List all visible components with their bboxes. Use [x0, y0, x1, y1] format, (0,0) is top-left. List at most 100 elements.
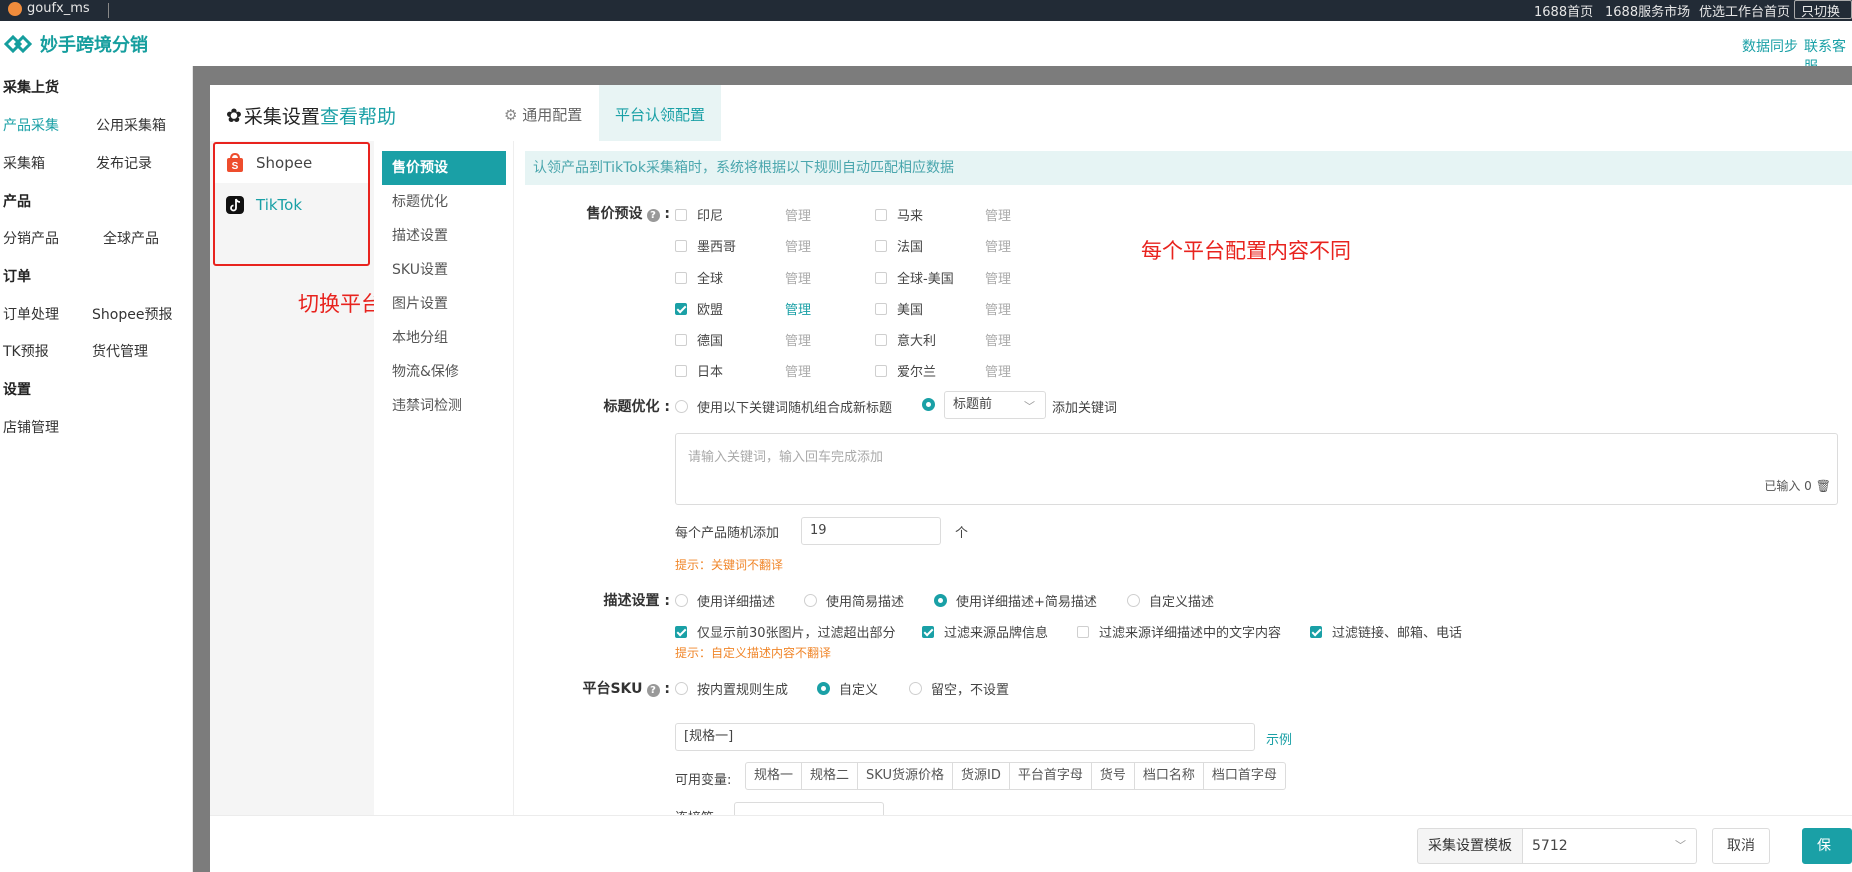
sidebar-item-store-manage[interactable]: 店铺管理: [3, 417, 59, 437]
chevron-down-icon: ﹀: [1024, 400, 1035, 413]
desc-check-30-images[interactable]: 仅显示前30张图片，过滤超出部分: [675, 622, 896, 641]
link-1688-home[interactable]: 1688首页: [1534, 1, 1593, 20]
checkbox-label: 过滤来源品牌信息: [944, 626, 1049, 641]
brand-logo-icon: [4, 34, 32, 54]
country-malaysia[interactable]: 马来: [875, 205, 923, 224]
var-stall-name[interactable]: 档口名称: [1135, 763, 1204, 789]
country-us[interactable]: 美国: [875, 299, 923, 318]
brand-logo[interactable]: 妙手跨境分销: [4, 31, 148, 57]
desc-radio-both[interactable]: 使用详细描述+简易描述: [934, 591, 1097, 610]
desc-check-brand[interactable]: 过滤来源品牌信息: [922, 622, 1048, 641]
sidebar-item-shopee-forecast[interactable]: Shopee预报: [92, 304, 172, 324]
desc-check-text[interactable]: 过滤来源详细描述中的文字内容: [1077, 622, 1281, 641]
sku-example-link[interactable]: 示例: [1266, 729, 1292, 748]
country-japan[interactable]: 日本: [675, 361, 723, 380]
sku-radio-custom[interactable]: 自定义: [817, 679, 878, 698]
country-indonesia[interactable]: 印尼: [675, 205, 723, 224]
title-random-radio[interactable]: 使用以下关键词随机组合成新标题: [675, 397, 892, 416]
sidebar-section-collect: 采集上货: [3, 80, 59, 96]
var-platform-initial[interactable]: 平台首字母: [1010, 763, 1092, 789]
sku-custom-input[interactable]: [规格一]: [675, 723, 1255, 751]
sku-radio-builtin[interactable]: 按内置规则生成: [675, 679, 788, 698]
nav-local-group[interactable]: 本地分组: [382, 321, 506, 355]
var-stall-initial[interactable]: 档口首字母: [1204, 763, 1285, 789]
var-sku-price[interactable]: SKU货源价格: [858, 763, 953, 789]
sidebar-item-collect-box[interactable]: 采集箱: [3, 153, 45, 173]
desc-radio-simple[interactable]: 使用简易描述: [804, 591, 904, 610]
nav-price-preset[interactable]: 售价预设: [382, 151, 506, 185]
tab-general-config[interactable]: ⚙ 通用配置: [488, 85, 598, 141]
nav-logistics[interactable]: 物流&保修: [382, 355, 506, 389]
var-spec-2[interactable]: 规格二: [802, 763, 859, 789]
sidebar-item-public-box[interactable]: 公用采集箱: [96, 115, 166, 135]
country-germany[interactable]: 德国: [675, 330, 723, 349]
save-button[interactable]: 保存: [1802, 828, 1852, 864]
manage-link[interactable]: 管理: [985, 361, 1011, 380]
var-source-id[interactable]: 货源ID: [953, 763, 1010, 789]
desc-radio-detail[interactable]: 使用详细描述: [675, 591, 775, 610]
link-workbench[interactable]: 优选工作台首页: [1699, 1, 1790, 20]
desc-check-links[interactable]: 过滤链接、邮箱、电话: [1310, 622, 1462, 641]
country-mexico[interactable]: 墨西哥: [675, 236, 736, 255]
manage-link[interactable]: 管理: [985, 299, 1011, 318]
desc-radio-custom[interactable]: 自定义描述: [1127, 591, 1214, 610]
country-global[interactable]: 全球: [675, 268, 723, 287]
manage-link[interactable]: 管理: [985, 236, 1011, 255]
keyword-textarea[interactable]: 请输入关键词，输入回车完成添加 已输入 0 🗑: [675, 433, 1838, 505]
manage-link[interactable]: 管理: [985, 268, 1011, 287]
sidebar-item-forwarder[interactable]: 货代管理: [92, 341, 148, 361]
country-ireland[interactable]: 爱尔兰: [875, 361, 936, 380]
help-link[interactable]: 查看帮助: [320, 102, 396, 129]
country-italy[interactable]: 意大利: [875, 330, 936, 349]
sidebar-item-distribution[interactable]: 分销产品: [3, 228, 59, 248]
country-label: 墨西哥: [697, 240, 737, 255]
manage-link[interactable]: 管理: [985, 330, 1011, 349]
sidebar-item-publish-log[interactable]: 发布记录: [96, 153, 152, 173]
checkbox-icon: [875, 208, 887, 221]
manage-link[interactable]: 管理: [785, 268, 811, 287]
radio-icon: [675, 400, 688, 413]
nav-image[interactable]: 图片设置: [382, 287, 506, 321]
keyword-hint: 提示：关键词不翻译: [675, 558, 784, 572]
manage-link[interactable]: 管理: [785, 205, 811, 224]
annotation-box: [213, 142, 370, 266]
manage-link[interactable]: 管理: [985, 205, 1011, 224]
manage-link[interactable]: 管理: [785, 299, 811, 318]
sidebar-item-order-process[interactable]: 订单处理: [3, 304, 59, 324]
country-global-us[interactable]: 全球-美国: [875, 268, 954, 287]
manage-link[interactable]: 管理: [785, 236, 811, 255]
title-position-select[interactable]: 标题前 ﹀: [944, 391, 1046, 419]
nav-sku[interactable]: SKU设置: [382, 253, 506, 287]
nav-title-optimize[interactable]: 标题优化: [382, 185, 506, 219]
checkbox-checked-icon: [675, 625, 687, 638]
country-eu[interactable]: 欧盟: [675, 299, 723, 318]
radio-icon: [675, 594, 688, 607]
sku-radio-empty[interactable]: 留空，不设置: [909, 679, 1009, 698]
link-1688-service[interactable]: 1688服务市场: [1605, 1, 1690, 20]
random-count-input[interactable]: 19: [801, 517, 941, 545]
manage-link[interactable]: 管理: [785, 361, 811, 380]
tab-general-label: 通用配置: [522, 106, 583, 124]
radio-checked-icon[interactable]: [922, 398, 935, 411]
help-icon[interactable]: ?: [646, 684, 660, 697]
template-label: 采集设置模板: [1417, 828, 1523, 864]
sidebar-item-global[interactable]: 全球产品: [103, 228, 159, 248]
country-france[interactable]: 法国: [875, 236, 923, 255]
modal-footer: 采集设置模板 5712 ﹀ 取消 保存: [210, 815, 1852, 872]
trash-icon[interactable]: 🗑: [1816, 479, 1831, 493]
data-sync-link[interactable]: 数据同步: [1742, 36, 1798, 56]
top-bar: goufx_ms 1688首页 1688服务市场 优选工作台首页 只切换为: [0, 0, 1852, 39]
cancel-button[interactable]: 取消: [1712, 828, 1770, 864]
nav-banned-words[interactable]: 违禁词检测: [382, 389, 506, 423]
nav-description[interactable]: 描述设置: [382, 219, 506, 253]
sidebar-item-tk-forecast[interactable]: TK预报: [3, 341, 49, 361]
tab-platform-config[interactable]: 平台认领配置: [599, 85, 722, 141]
var-item-no[interactable]: 货号: [1092, 763, 1135, 789]
help-icon[interactable]: ?: [646, 209, 660, 222]
user-menu[interactable]: goufx_ms: [8, 1, 90, 16]
sidebar-item-product-collect[interactable]: 产品采集: [3, 115, 59, 135]
template-select[interactable]: 5712 ﹀: [1522, 828, 1697, 864]
switch-button[interactable]: 只切换为: [1794, 0, 1852, 39]
var-spec-1[interactable]: 规格一: [746, 763, 803, 789]
manage-link[interactable]: 管理: [785, 330, 811, 349]
